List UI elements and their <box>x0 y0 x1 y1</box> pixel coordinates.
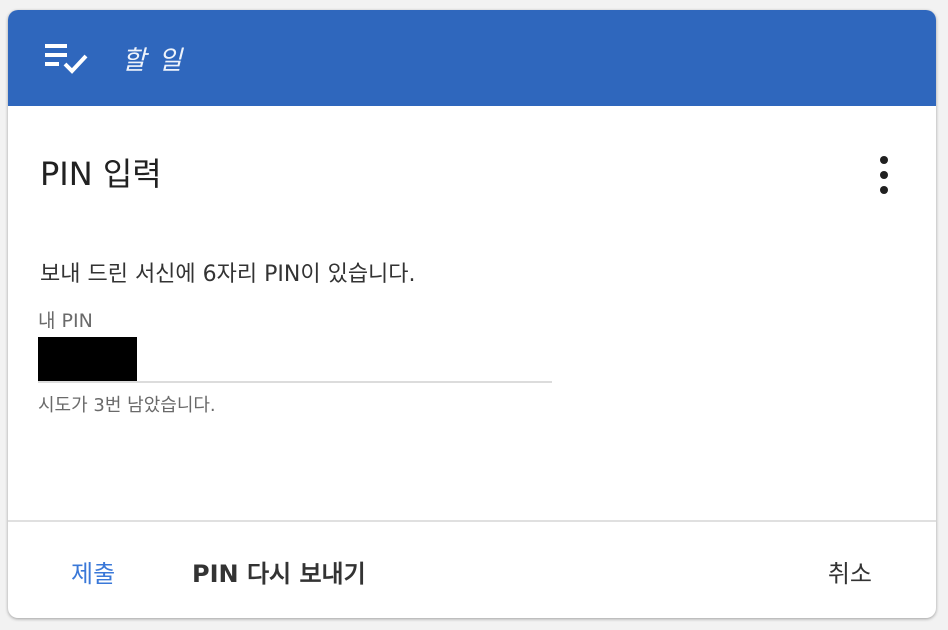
attempts-remaining-hint: 시도가 3번 남았습니다. <box>38 395 216 416</box>
checklist-icon <box>42 38 90 78</box>
action-bar: 제출 PIN 다시 보내기 취소 <box>8 520 936 618</box>
pin-entry-panel: PIN 입력 보내 드린 서신에 6자리 PIN이 있습니다. 내 PIN 시도… <box>8 106 936 522</box>
pin-input[interactable] <box>38 337 552 383</box>
page-title: PIN 입력 <box>40 155 162 193</box>
instruction-text: 보내 드린 서신에 6자리 PIN이 있습니다. <box>40 262 416 287</box>
pin-field-label: 내 PIN <box>38 310 93 332</box>
redacted-pin-value <box>38 337 137 381</box>
pin-field: 내 PIN 시도가 3번 남았습니다. <box>38 306 552 417</box>
more-dot <box>880 171 888 179</box>
cancel-button[interactable]: 취소 <box>828 554 872 589</box>
submit-button[interactable]: 제출 <box>71 554 115 589</box>
app-header: 할 일 <box>8 10 936 106</box>
more-dot <box>880 186 888 194</box>
resend-pin-button[interactable]: PIN 다시 보내기 <box>192 554 366 589</box>
more-dot <box>880 156 888 164</box>
pin-card: 할 일 PIN 입력 보내 드린 서신에 6자리 PIN이 있습니다. 내 PI… <box>8 10 936 618</box>
app-title: 할 일 <box>122 45 185 76</box>
more-options-icon[interactable] <box>872 156 896 194</box>
